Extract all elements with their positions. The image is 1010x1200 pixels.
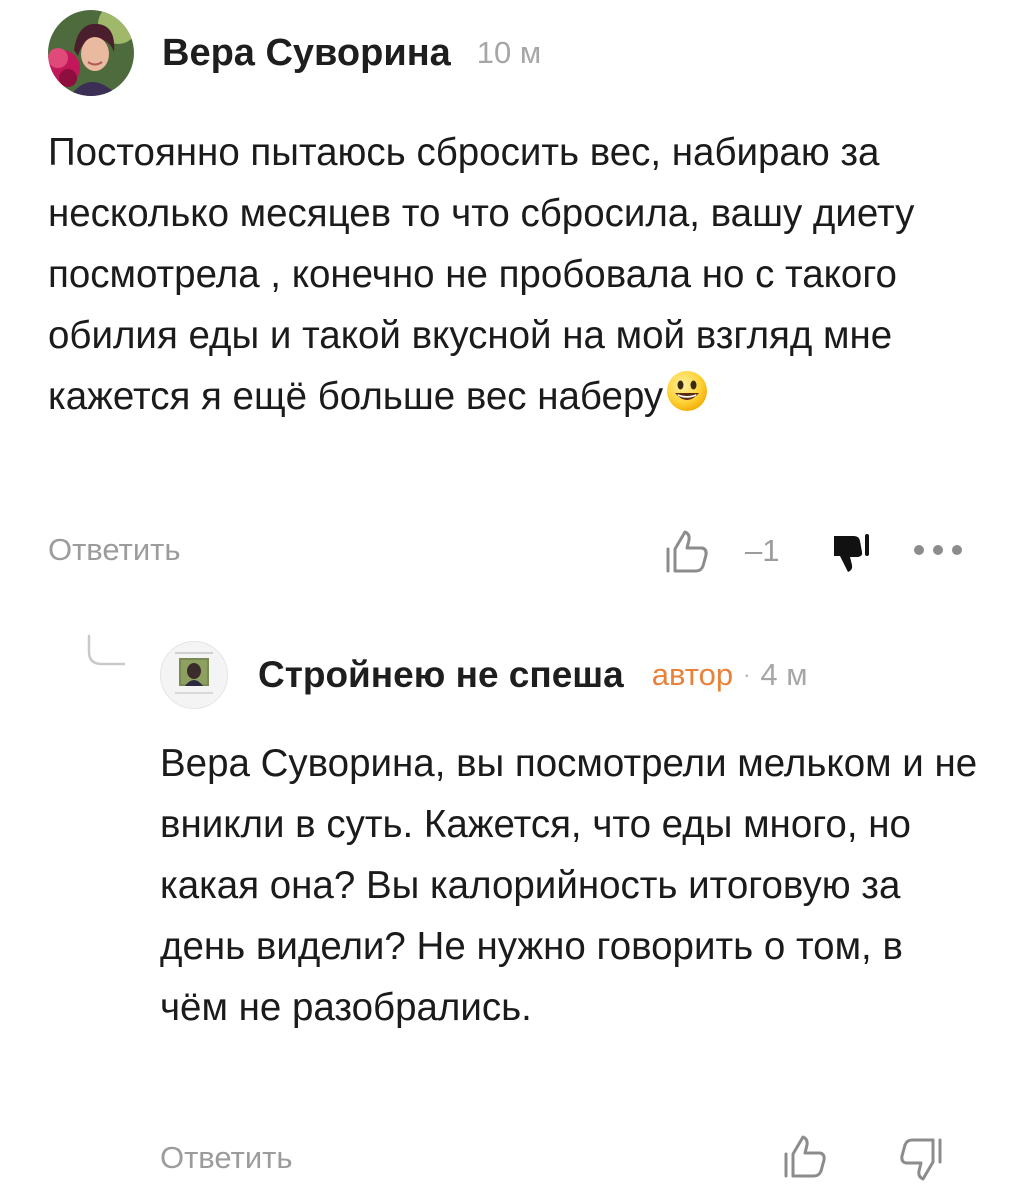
author-avatar[interactable] [160,641,228,709]
author-avatar[interactable] [48,10,134,96]
comment-text: Постоянно пытаюсь сбросить вес, набираю … [48,122,968,427]
author-name[interactable]: Стройнею не спеша [258,654,624,696]
comment-text: Вера Суворина, вы посмотрели мельком и н… [160,742,978,1029]
comment-text-body: Постоянно пытаюсь сбросить вес, набираю … [48,131,915,418]
thumbs-up-outline-icon[interactable] [664,529,710,575]
comment-header: Вера Суворина 10 м [48,7,541,99]
smiling-face-emoji-icon [667,371,708,411]
author-name[interactable]: Вера Суворина [162,32,451,75]
thumbs-up-outline-icon[interactable] [782,1134,828,1180]
author-badge: автор [651,657,734,692]
rating-count: –1 [745,533,780,568]
reply-button[interactable]: Ответить [160,1140,293,1176]
separator-dot: · [743,662,751,687]
comment-time: 10 м [476,35,542,70]
thumbs-down-filled-icon[interactable] [826,532,876,578]
reply-thread-connector [87,634,126,666]
comment-time: 4 м [760,657,808,692]
comment-header: Стройнею не спеша автор · 4 м [160,638,808,712]
reply-button[interactable]: Ответить [48,532,181,568]
thumbs-down-outline-icon[interactable] [898,1136,944,1182]
more-dots-icon[interactable] [911,540,965,560]
